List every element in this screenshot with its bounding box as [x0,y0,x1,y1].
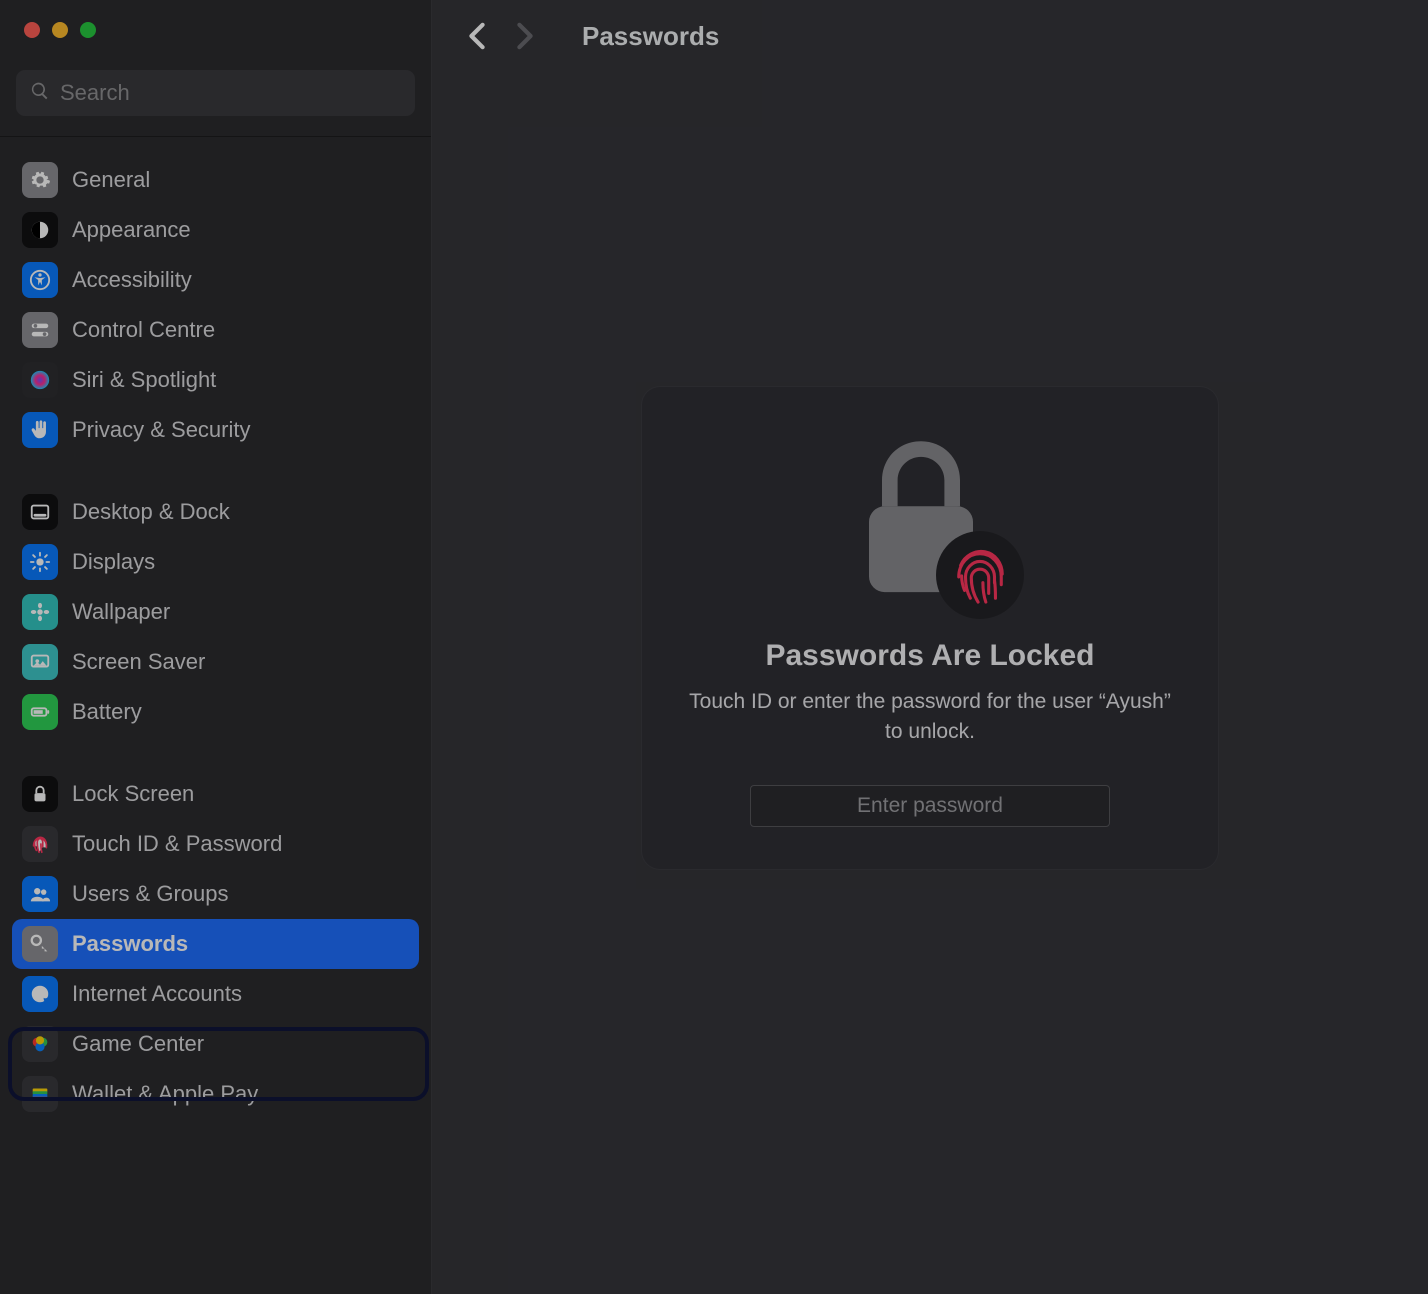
sidebar-item-label: Displays [72,549,155,575]
sidebar-item-label: Battery [72,699,142,725]
battery-icon [22,694,58,730]
sidebar-item-game-center[interactable]: Game Center [12,1019,419,1069]
search-input[interactable] [60,80,401,106]
sidebar-item-screen-saver[interactable]: Screen Saver [12,637,419,687]
sidebar-item-passwords[interactable]: Passwords [12,919,419,969]
sidebar-item-label: Game Center [72,1031,204,1057]
fingerprint-icon [22,826,58,862]
sidebar-item-wallet-applepay[interactable]: Wallet & Apple Pay [12,1069,419,1119]
sidebar-item-label: Lock Screen [72,781,194,807]
gamecenter-icon [22,1026,58,1062]
sidebar-item-label: Screen Saver [72,649,205,675]
sidebar-item-lock-screen[interactable]: Lock Screen [12,769,419,819]
sidebar-item-label: Accessibility [72,267,192,293]
sun-icon [22,544,58,580]
sidebar-item-appearance[interactable]: Appearance [12,205,419,255]
nav-forward-button[interactable] [510,21,540,51]
siri-icon [22,362,58,398]
sidebar-item-label: Internet Accounts [72,981,242,1007]
sidebar-item-label: General [72,167,150,193]
accessibility-icon [22,262,58,298]
users-icon [22,876,58,912]
at-icon [22,976,58,1012]
sidebar-item-displays[interactable]: Displays [12,537,419,587]
sidebar-item-users-groups[interactable]: Users & Groups [12,869,419,919]
minimize-window-button[interactable] [52,22,68,38]
sidebar-item-general[interactable]: General [12,155,419,205]
main-header: Passwords [432,0,1428,72]
gear-icon [22,162,58,198]
sidebar-item-accessibility[interactable]: Accessibility [12,255,419,305]
unlock-password-input[interactable] [750,785,1110,827]
key-icon [22,926,58,962]
sidebar-item-label: Desktop & Dock [72,499,230,525]
sidebar-item-label: Control Centre [72,317,215,343]
sidebar-item-label: Wallpaper [72,599,170,625]
switches-icon [22,312,58,348]
sidebar-item-label: Wallet & Apple Pay [72,1081,258,1107]
touch-id-icon [936,531,1024,619]
sidebar-item-touchid-password[interactable]: Touch ID & Password [12,819,419,869]
dock-icon [22,494,58,530]
passwords-locked-card: Passwords Are Locked Touch ID or enter t… [642,387,1218,870]
lock-title: Passwords Are Locked [765,639,1094,673]
sidebar-list: General Appearance Accessibility Control Ce… [0,137,431,1294]
lock-subtitle: Touch ID or enter the password for the u… [682,687,1178,748]
contrast-icon [22,212,58,248]
sidebar-item-desktop-dock[interactable]: Desktop & Dock [12,487,419,537]
main-panel: Passwords [432,0,1428,1294]
page-title: Passwords [582,21,719,52]
sidebar-item-label: Appearance [72,217,191,243]
wallet-icon [22,1076,58,1112]
sidebar-item-label: Users & Groups [72,881,229,907]
flower-icon [22,594,58,630]
sidebar-item-label: Siri & Spotlight [72,367,216,393]
window-controls [0,0,431,60]
sidebar-item-siri-spotlight[interactable]: Siri & Spotlight [12,355,419,405]
sidebar-item-label: Touch ID & Password [72,831,282,857]
nav-back-button[interactable] [462,21,492,51]
lockscreen-icon [22,776,58,812]
sidebar: General Appearance Accessibility Control Ce… [0,0,432,1294]
sidebar-item-label: Passwords [72,931,188,957]
search-icon [30,81,50,106]
close-window-button[interactable] [24,22,40,38]
sidebar-item-control-centre[interactable]: Control Centre [12,305,419,355]
lock-graphic [850,433,1010,613]
sidebar-item-privacy-security[interactable]: Privacy & Security [12,405,419,455]
zoom-window-button[interactable] [80,22,96,38]
sidebar-item-label: Privacy & Security [72,417,251,443]
screensaver-icon [22,644,58,680]
hand-icon [22,412,58,448]
sidebar-item-battery[interactable]: Battery [12,687,419,737]
search-field[interactable] [16,70,415,116]
sidebar-item-internet-accounts[interactable]: Internet Accounts [12,969,419,1019]
sidebar-item-wallpaper[interactable]: Wallpaper [12,587,419,637]
